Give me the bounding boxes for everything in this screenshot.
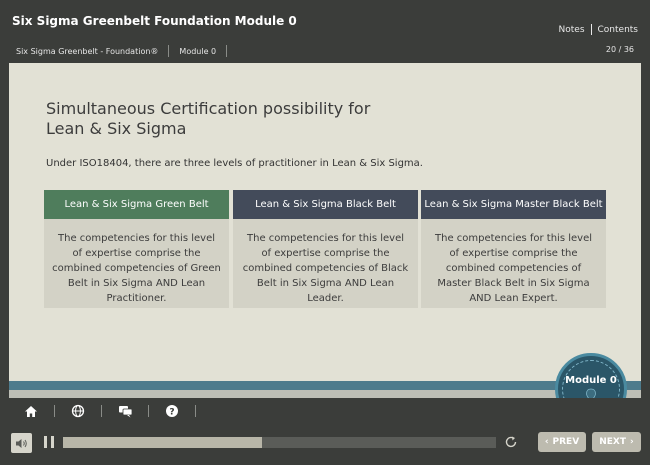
pause-button[interactable]: [44, 436, 54, 448]
home-button[interactable]: [20, 402, 42, 420]
top-links: Notes Contents: [559, 24, 638, 35]
course-title: Six Sigma Greenbelt Foundation Module 0: [12, 14, 297, 28]
glossary-button[interactable]: [67, 402, 89, 420]
breadcrumb-divider: [168, 45, 170, 57]
replay-icon[interactable]: [504, 435, 518, 449]
breadcrumb-divider: [226, 45, 228, 57]
footer-stripe-light: [9, 390, 641, 398]
globe-icon: [71, 404, 85, 418]
link-separator: [590, 24, 592, 35]
chevron-left-icon: ‹: [544, 437, 549, 447]
card-body: The competencies for this level of exper…: [44, 219, 229, 308]
slide-subtitle: Under ISO18404, there are three levels o…: [46, 158, 423, 169]
card-heading: Lean & Six Sigma Black Belt: [233, 190, 418, 219]
chevron-right-icon: ›: [630, 437, 634, 447]
chat-icon: [118, 405, 132, 417]
speaker-icon: [16, 438, 27, 448]
page-indicator: 20 / 36: [605, 45, 634, 54]
slide-title: Simultaneous Certification possibility f…: [46, 99, 371, 138]
contents-link[interactable]: Contents: [598, 25, 638, 35]
toolbar-divider: [148, 405, 149, 417]
location-pin-icon: [586, 388, 596, 398]
prev-label: PREV: [552, 437, 580, 447]
card-body: The competencies for this level of exper…: [233, 219, 418, 308]
player-controls: ‹ PREV NEXT ›: [0, 428, 650, 458]
svg-text:?: ?: [169, 408, 174, 418]
toolbar-divider: [54, 405, 55, 417]
card-heading: Lean & Six Sigma Green Belt: [44, 190, 229, 219]
next-button[interactable]: NEXT ›: [592, 432, 641, 452]
notes-link[interactable]: Notes: [559, 25, 585, 35]
module-badge-label: Module 0: [565, 374, 617, 386]
next-label: NEXT: [599, 437, 627, 447]
card-black-belt: Lean & Six Sigma Black Belt The competen…: [233, 190, 418, 308]
card-green-belt: Lean & Six Sigma Green Belt The competen…: [44, 190, 229, 308]
module-badge-ring: Module 0: [562, 360, 620, 398]
breadcrumb: Six Sigma Greenbelt - Foundation® Module…: [16, 45, 237, 57]
seek-bar-fill: [63, 437, 263, 448]
volume-button[interactable]: [11, 433, 32, 453]
breadcrumb-course[interactable]: Six Sigma Greenbelt - Foundation®: [16, 47, 158, 56]
home-icon: [25, 405, 37, 417]
help-button[interactable]: ?: [161, 402, 183, 420]
footer-stripe: [9, 381, 641, 390]
card-heading: Lean & Six Sigma Master Black Belt: [421, 190, 606, 219]
module-badge: Module 0: [555, 353, 627, 398]
toolbar-divider: [195, 405, 196, 417]
breadcrumb-module[interactable]: Module 0: [179, 47, 216, 56]
toolbar-divider: [101, 405, 102, 417]
slide-canvas: Simultaneous Certification possibility f…: [9, 63, 641, 398]
card-master-black-belt: Lean & Six Sigma Master Black Belt The c…: [421, 190, 606, 308]
pause-icon: [44, 436, 47, 448]
pause-icon: [51, 436, 54, 448]
top-bar: Six Sigma Greenbelt Foundation Module 0 …: [0, 0, 650, 62]
seek-bar[interactable]: [63, 437, 496, 448]
icon-toolbar: ?: [0, 398, 650, 424]
prev-button[interactable]: ‹ PREV: [538, 432, 586, 452]
discussion-button[interactable]: [114, 402, 136, 420]
help-icon: ?: [166, 405, 178, 418]
card-body: The competencies for this level of exper…: [421, 219, 606, 308]
